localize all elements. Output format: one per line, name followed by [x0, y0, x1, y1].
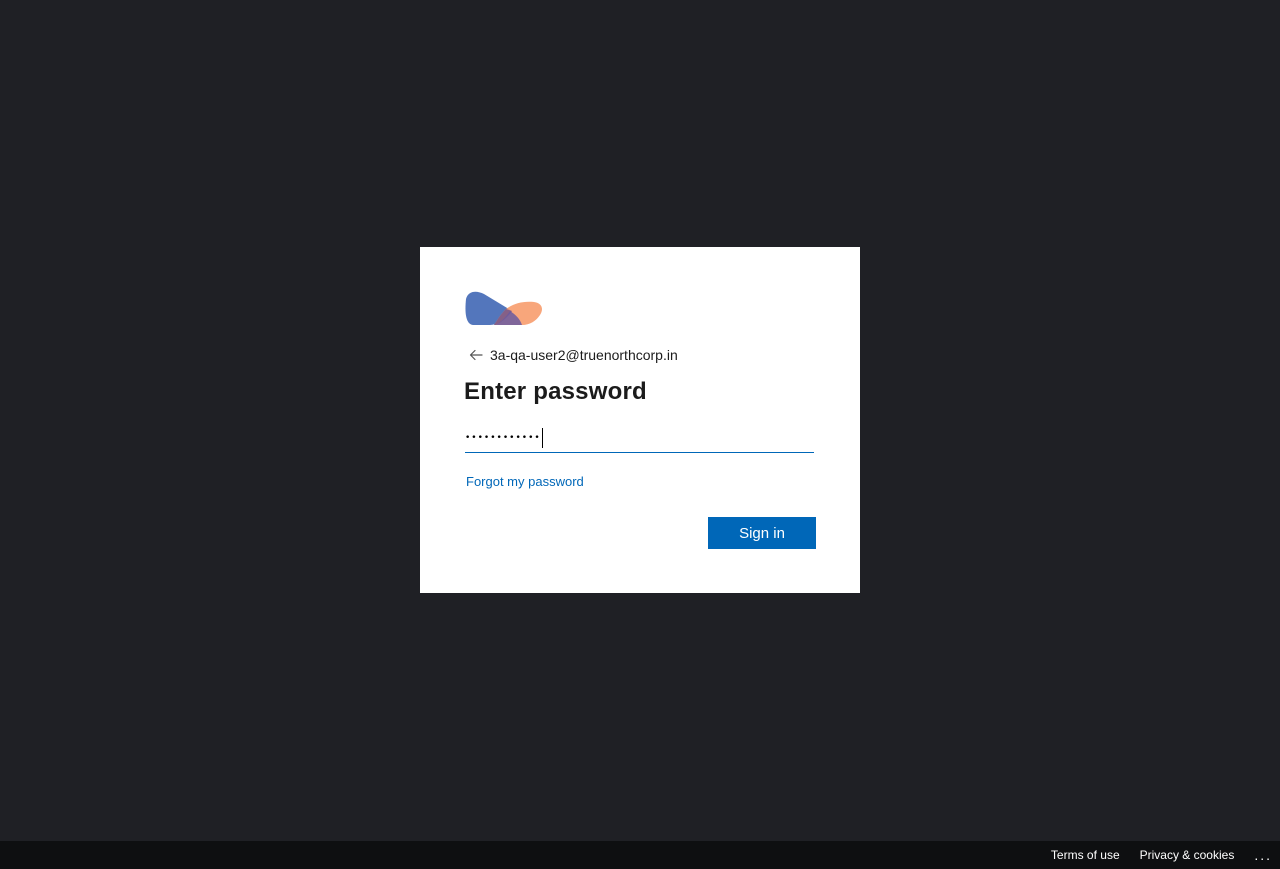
page-background: 3a-qa-user2@truenorthcorp.in Enter passw…: [0, 0, 1280, 869]
password-input[interactable]: ••••••••••••: [465, 423, 814, 453]
page-title: Enter password: [464, 378, 647, 405]
back-arrow-icon[interactable]: [468, 347, 484, 363]
identity-banner: 3a-qa-user2@truenorthcorp.in: [468, 345, 678, 365]
footer-bar: Terms of use Privacy & cookies ...: [0, 841, 1280, 869]
text-caret: [541, 427, 543, 448]
privacy-cookies-link[interactable]: Privacy & cookies: [1140, 848, 1235, 862]
brand-logo-icon: [465, 291, 542, 325]
forgot-password-link[interactable]: Forgot my password: [466, 474, 584, 489]
identity-email: 3a-qa-user2@truenorthcorp.in: [490, 347, 678, 363]
signin-card: 3a-qa-user2@truenorthcorp.in Enter passw…: [420, 247, 860, 593]
password-masked-value: ••••••••••••: [465, 432, 541, 443]
sign-in-button[interactable]: Sign in: [708, 517, 816, 549]
more-options-button[interactable]: ...: [1254, 847, 1272, 863]
terms-of-use-link[interactable]: Terms of use: [1051, 848, 1120, 862]
